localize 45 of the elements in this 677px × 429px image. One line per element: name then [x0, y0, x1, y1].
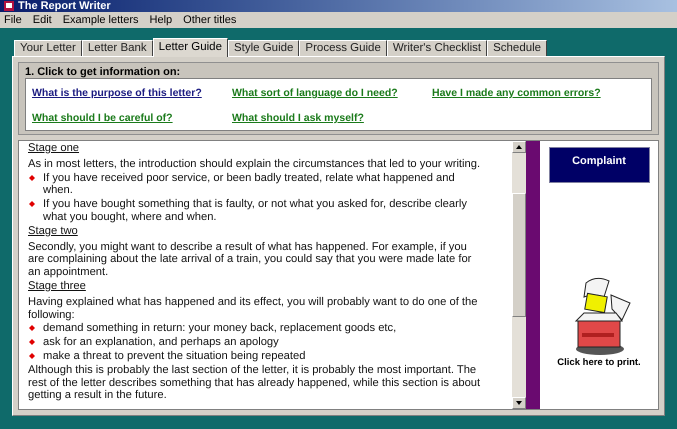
window-title: The Report Writer	[18, 0, 111, 12]
bullet-text: demand something in return: your money back, replacement goods etc,	[43, 322, 398, 336]
paragraph: Having explained what has happened and its effect, you will probably want to do one of the following:	[28, 296, 478, 322]
scrollbar[interactable]	[512, 141, 526, 409]
info-link[interactable]: What sort of language do I need?	[232, 87, 398, 99]
section-heading: Stage three	[28, 280, 87, 293]
bullet-icon	[29, 201, 35, 208]
menu-item[interactable]: Help	[150, 14, 172, 26]
tab[interactable]: Your Letter	[14, 40, 82, 56]
scroll-thumb[interactable]	[512, 193, 526, 317]
scroll-up-button[interactable]	[512, 141, 526, 153]
tab[interactable]: Letter Bank	[82, 40, 153, 56]
up-arrow-icon	[516, 145, 522, 149]
paragraph: Secondly, you might want to describe a result of what has happened. For example, if you are complaining about the late arrival of a train, you could say that you were made late for an appointment.	[28, 240, 472, 279]
tab[interactable]: Letter Guide	[152, 38, 228, 57]
bullet-text: If you have bought something that is faulty, or not what you asked for, describe clearly what you bought, where and when.	[43, 198, 468, 224]
print-link[interactable]: Click here to print.	[557, 357, 641, 368]
tab[interactable]: Schedule	[487, 40, 548, 56]
menu-item[interactable]: File	[4, 14, 22, 26]
scroll-down-button[interactable]	[512, 397, 526, 409]
info-link[interactable]: What should I be careful of?	[32, 112, 173, 124]
info-link[interactable]: What is the purpose of this letter?	[32, 87, 202, 99]
letter-type-title: Complaint	[548, 147, 650, 183]
info-heading: 1. Click to get information on:	[25, 66, 182, 78]
info-link[interactable]: Have I made any common errors?	[432, 87, 601, 99]
down-arrow-icon	[516, 401, 522, 405]
bullet-icon	[29, 174, 35, 181]
section-heading: Stage one	[28, 142, 80, 155]
app-icon	[4, 1, 14, 11]
paragraph: As in most letters, the introduction should explain the circumstances that led to your writing.	[28, 158, 482, 171]
bullet-text: make a threat to prevent the situation being repeated	[43, 350, 306, 363]
bullet-icon	[29, 339, 35, 346]
tab[interactable]: Writer's Checklist	[386, 40, 488, 56]
menu-item[interactable]: Example letters	[62, 14, 139, 26]
paragraph: Although this is probably the last section of the letter, it is probably the most important. The rest of the letter describes something that has already happened, while this section is about getting a result in the future.	[28, 364, 482, 402]
menu-item[interactable]: Other titles	[183, 14, 236, 26]
tab[interactable]: Style Guide	[228, 40, 300, 56]
info-link[interactable]: What should I ask myself?	[232, 112, 364, 124]
menu-item[interactable]: Edit	[32, 14, 52, 26]
bullet-text: If you have received poor service, or been badly treated, relate what happened and when.	[43, 172, 456, 198]
tab[interactable]: Process Guide	[299, 40, 387, 56]
bullet-icon	[29, 325, 35, 332]
bullet-icon	[29, 352, 35, 359]
bullet-text: ask for an explanation, and perhaps an apology	[43, 336, 280, 349]
section-heading: Stage two	[28, 224, 79, 238]
